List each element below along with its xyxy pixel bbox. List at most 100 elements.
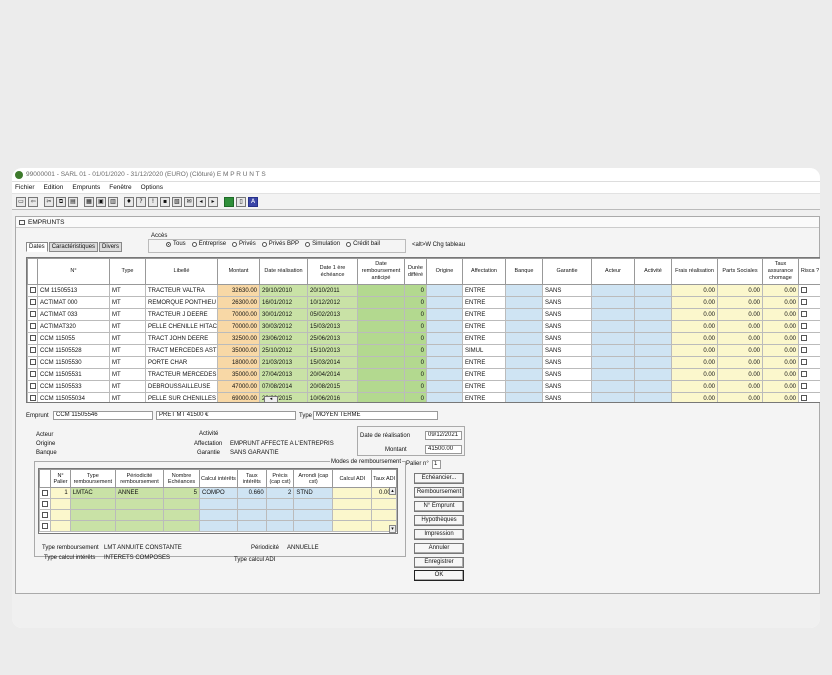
grid-cell[interactable] [591, 296, 635, 309]
palier-cell[interactable] [332, 509, 373, 521]
grid-cell[interactable] [634, 320, 672, 333]
grid-col-header[interactable]: Taux assurance chomage [762, 258, 799, 285]
risca-checkbox[interactable] [801, 395, 807, 402]
grid-cell[interactable]: 20/08/2015 [307, 380, 358, 393]
grid-cell[interactable]: 10/12/2012 [307, 296, 358, 309]
palier-col-header[interactable]: Type remboursement [69, 469, 116, 488]
row-select-checkbox[interactable] [27, 368, 38, 381]
palier-cell[interactable] [198, 520, 238, 532]
impression-button[interactable]: Impression [414, 529, 464, 540]
forward-icon[interactable]: ▸ [208, 196, 218, 207]
grid-cell[interactable]: 20/10/2011 [307, 284, 358, 297]
grid-cell[interactable]: 0 [404, 356, 427, 369]
grid-cell[interactable]: 05/02/2013 [307, 308, 358, 321]
grid-cell[interactable]: CCM 11505531 [37, 368, 110, 381]
grid-cell[interactable]: 0.00 [671, 308, 718, 321]
palier-select-checkbox[interactable] [39, 509, 52, 521]
checkbox[interactable] [42, 522, 48, 529]
grid-cell[interactable] [634, 344, 672, 357]
row-select-checkbox[interactable] [27, 284, 38, 297]
checkbox[interactable] [30, 347, 36, 354]
numero-emprunt-button[interactable]: N° Emprunt [414, 501, 464, 512]
type-field[interactable]: MOYEN TERME [313, 411, 438, 420]
grid-cell[interactable]: REMORQUE PONTHIEU [145, 296, 218, 309]
palier-cell[interactable] [69, 520, 116, 532]
grid-cell[interactable]: CCM 11505528 [37, 344, 110, 357]
grid-cell[interactable]: 0.00 [671, 356, 718, 369]
checkbox[interactable] [30, 383, 36, 390]
grid-cell[interactable]: 0.00 [671, 344, 718, 357]
annuler-button[interactable]: Annuler [414, 543, 464, 554]
radio-tous[interactable]: Tous [166, 241, 186, 247]
palier-cell[interactable] [163, 509, 200, 521]
risca-checkbox[interactable] [801, 371, 807, 378]
palier-row[interactable]: 1 LMTAC ANNEE 5 COMPO 0.660 2 STND 0.000 [39, 487, 397, 499]
grid-cell[interactable]: 10/06/2016 [307, 392, 358, 402]
grid-cell[interactable]: 30/03/2012 [259, 320, 308, 333]
grid-col-header[interactable]: Origine [426, 258, 463, 285]
grid-cell[interactable]: 0.00 [717, 284, 763, 297]
palier-cell[interactable] [236, 498, 267, 510]
row-select-checkbox[interactable] [27, 356, 38, 369]
grid-cell[interactable]: SANS [542, 308, 592, 321]
risca-checkbox-cell[interactable] [798, 392, 820, 402]
grid-cell[interactable]: CCM 115055034 [37, 392, 110, 402]
palier-cell[interactable] [236, 509, 267, 521]
enregistrer-button[interactable]: Enregistrer [414, 557, 464, 568]
grid-cell[interactable]: TRACTEUR J DEERE [145, 308, 218, 321]
grid-cell[interactable] [357, 368, 405, 381]
grid-cell[interactable]: SANS [542, 284, 592, 297]
grid-cell[interactable]: 0.00 [717, 296, 763, 309]
grid-cell[interactable]: 25/06/2013 [307, 332, 358, 345]
risca-checkbox[interactable] [801, 299, 807, 306]
emprunt-field[interactable]: CCM 11505546 [53, 411, 153, 420]
grid-cell[interactable] [505, 356, 543, 369]
grid-cell[interactable]: SIMUL [462, 344, 506, 357]
palier-cell[interactable] [163, 498, 200, 510]
grid-cell[interactable]: 20/04/2014 [307, 368, 358, 381]
grid-cell[interactable]: 15/10/2013 [307, 344, 358, 357]
grid-cell[interactable] [505, 308, 543, 321]
grid-cell[interactable] [426, 392, 463, 402]
grid-cell[interactable]: CM 11505513 [37, 284, 110, 297]
grid-cell[interactable]: 25/10/2012 [259, 344, 308, 357]
menu-edition[interactable]: Edition [44, 184, 64, 191]
grid-cell[interactable]: 23/06/2012 [259, 332, 308, 345]
grid-cell[interactable] [426, 320, 463, 333]
grid-cell[interactable] [591, 368, 635, 381]
echeancier-button[interactable]: Echéancier... [414, 473, 464, 484]
risca-checkbox-cell[interactable] [798, 296, 820, 309]
calc-icon[interactable]: ▪ [160, 196, 170, 207]
grid-cell[interactable] [634, 296, 672, 309]
palier-scroll-down-icon[interactable]: ▾ [389, 525, 396, 533]
checkbox[interactable] [42, 511, 48, 518]
palier-cell[interactable] [265, 509, 295, 521]
grid-cell[interactable]: 0.00 [762, 356, 799, 369]
grid-cell[interactable]: 26300.00 [217, 296, 260, 309]
grid-col-header[interactable]: N° [37, 258, 110, 285]
grid-cell[interactable]: 0.00 [762, 344, 799, 357]
grid-cell[interactable] [634, 380, 672, 393]
grid-cell[interactable] [591, 356, 635, 369]
grid-cell[interactable]: MT [109, 308, 146, 321]
remboursement-button[interactable]: Remboursement [414, 487, 464, 498]
grid-cell[interactable]: 0.00 [717, 380, 763, 393]
grid-col-header[interactable]: Date réalisation [259, 258, 308, 285]
open-icon[interactable]: ⇦ [28, 196, 38, 207]
palier-col-header[interactable]: Périodicité remboursement [114, 469, 165, 488]
grid-cell[interactable] [426, 380, 463, 393]
grid-col-header[interactable]: Banque [505, 258, 543, 285]
grid-cell[interactable] [357, 392, 405, 402]
grid-cell[interactable]: 0.00 [762, 308, 799, 321]
palier-select-checkbox[interactable] [39, 520, 52, 532]
doc-icon[interactable]: ▯ [236, 196, 246, 207]
grid-cell[interactable]: SANS [542, 392, 592, 402]
palier-col-header[interactable]: Taux ADI [371, 469, 397, 488]
checkbox[interactable] [30, 335, 36, 342]
copy-icon[interactable]: ⧉ [56, 196, 66, 207]
grid-cell[interactable]: ENTRE [462, 284, 506, 297]
table-row[interactable]: ACTIMAT 033 MT TRACTEUR J DEERE 70000.00 30/… [27, 308, 820, 321]
grid-cell[interactable]: ENTRE [462, 308, 506, 321]
grid-col-header[interactable]: Durée différé [404, 258, 427, 285]
palier-cell[interactable]: ANNEE [114, 487, 165, 499]
